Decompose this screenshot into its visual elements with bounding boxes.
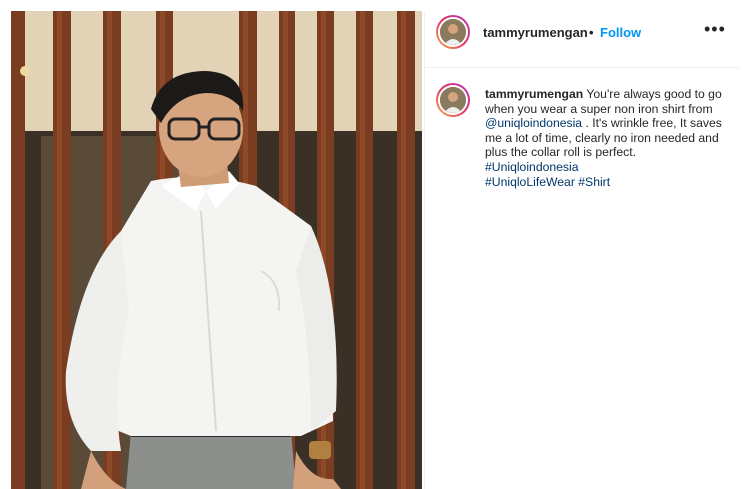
caption-avatar[interactable] [436,83,470,117]
hashtag-link[interactable]: #UniqloLifeWear [485,175,575,189]
instagram-post-frame: tammyrumengan • Follow ••• tammyrumengan… [0,0,745,489]
post-header: tammyrumengan • Follow ••• [425,11,739,68]
separator-dot: • [589,25,594,40]
mention-link[interactable]: @uniqloindonesia [485,116,582,130]
more-options-icon[interactable]: ••• [704,19,726,40]
hashtag-link[interactable]: #Uniqloindonesia [485,160,579,174]
header-username[interactable]: tammyrumengan [483,25,588,40]
avatar[interactable] [436,15,470,49]
caption-username[interactable]: tammyrumengan [485,87,583,101]
follow-button[interactable]: Follow [600,25,641,40]
hashtag-link[interactable]: #Shirt [578,175,610,189]
caption-text: tammyrumengan You're always good to go w… [485,87,727,189]
post-photo[interactable] [11,11,422,489]
avatar-image [440,19,466,45]
caption-avatar-image [440,87,466,113]
post-side-panel: tammyrumengan • Follow ••• tammyrumengan… [424,11,739,489]
